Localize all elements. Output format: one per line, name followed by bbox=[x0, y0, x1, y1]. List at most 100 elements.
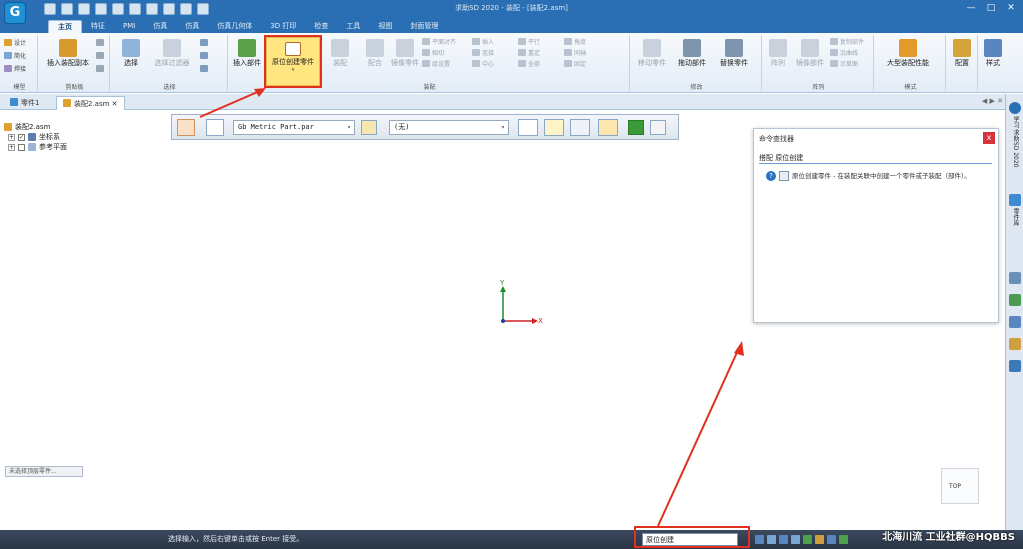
zoom-icon[interactable] bbox=[767, 535, 776, 544]
option-select[interactable]: (无) ▾ bbox=[389, 120, 509, 135]
coaxial-button[interactable]: 同轴 bbox=[564, 49, 586, 59]
tree-item-assembly[interactable]: 装配2.asm bbox=[4, 122, 67, 132]
inplace-create-part-button[interactable]: 原位创建零件 ▾ bbox=[266, 37, 320, 86]
display-icon[interactable] bbox=[839, 535, 848, 544]
doc-tab-close-icon[interactable]: ✕ bbox=[112, 100, 118, 108]
tab-simulation[interactable]: 仿真 bbox=[144, 20, 176, 33]
tab-home[interactable]: 主页 bbox=[48, 20, 82, 33]
select-filter-button[interactable]: 选择过滤器 bbox=[148, 37, 196, 79]
design-button[interactable]: 设计 bbox=[4, 39, 26, 49]
drag-part-button[interactable]: 拖动部件 bbox=[672, 37, 712, 79]
insert-assembly-copy-button[interactable]: 插入装配副本 bbox=[42, 37, 94, 79]
tangent-button[interactable]: 相切 bbox=[422, 49, 444, 59]
maximize-button[interactable]: □ bbox=[981, 0, 1001, 16]
template-browse-button[interactable] bbox=[206, 119, 224, 136]
style-button[interactable]: 样式 bbox=[980, 37, 1006, 79]
select-button[interactable]: 选择 bbox=[114, 37, 148, 79]
fix-button[interactable]: 固定 bbox=[564, 60, 586, 70]
tab-tools[interactable]: 工具 bbox=[337, 20, 369, 33]
assemble-button[interactable]: 装配 bbox=[326, 37, 354, 79]
view-cube[interactable]: TOP bbox=[941, 468, 979, 504]
copy-component-button[interactable]: 复制部件 bbox=[830, 38, 864, 48]
fit-icon[interactable] bbox=[779, 535, 788, 544]
connect-button[interactable]: 连接 bbox=[472, 49, 494, 59]
library-icon[interactable] bbox=[1009, 194, 1021, 206]
center-button[interactable]: 中心 bbox=[472, 60, 494, 70]
cut-button[interactable] bbox=[96, 39, 106, 49]
finder-close-button[interactable]: x bbox=[983, 132, 995, 144]
parallel-button[interactable]: 平行 bbox=[518, 38, 540, 48]
tab-3d-print[interactable]: 3D 打印 bbox=[261, 20, 305, 33]
large-assembly-button[interactable]: 大型装配性能 bbox=[878, 37, 938, 79]
reposition-button[interactable]: 重定 bbox=[518, 49, 540, 59]
display-button[interactable] bbox=[570, 119, 590, 136]
select-option-3[interactable] bbox=[200, 65, 210, 75]
all-button[interactable]: 全部 bbox=[518, 60, 540, 70]
template-select[interactable]: Gb Metric Part.par ▾ bbox=[233, 120, 355, 135]
doc-tab-assembly2[interactable]: 装配2.asm ✕ bbox=[56, 96, 125, 110]
config-button[interactable]: 配置 bbox=[948, 37, 976, 79]
learn-tab[interactable]: 学习 求助SD 2020 bbox=[1009, 116, 1021, 180]
copy-button[interactable] bbox=[96, 52, 106, 62]
tab-pmi[interactable]: PMI bbox=[114, 20, 144, 33]
library-tab[interactable]: 零件库 bbox=[1009, 208, 1021, 234]
along-sketch-button[interactable]: 沿草图 bbox=[830, 60, 858, 70]
weld-button[interactable]: 焊接 bbox=[4, 65, 26, 75]
options-button[interactable] bbox=[177, 119, 195, 136]
app-logo[interactable]: G bbox=[4, 2, 26, 24]
palette-icon[interactable] bbox=[1009, 316, 1021, 328]
pan-icon[interactable] bbox=[791, 535, 800, 544]
zoom-area-icon[interactable] bbox=[755, 535, 764, 544]
tree-item-coordsys[interactable]: + ✓ 坐标系 bbox=[4, 132, 67, 142]
expand-icon[interactable]: + bbox=[8, 133, 15, 141]
expand-icon[interactable]: + bbox=[8, 143, 15, 151]
doc-tab-part1[interactable]: 零件1 bbox=[4, 96, 45, 110]
insert-button[interactable]: 插入 bbox=[472, 38, 494, 48]
minimize-button[interactable]: — bbox=[961, 0, 981, 16]
tree-icon[interactable] bbox=[1009, 294, 1021, 306]
replace-part-button[interactable]: 替换零件 bbox=[712, 37, 756, 79]
edit-button[interactable] bbox=[598, 119, 618, 136]
insert-part-button[interactable]: 插入部件 bbox=[230, 37, 264, 79]
tab-simulation-2[interactable]: 仿真 bbox=[176, 20, 208, 33]
properties-icon[interactable] bbox=[1009, 338, 1021, 350]
shading-icon[interactable] bbox=[815, 535, 824, 544]
simplify-button[interactable]: 简化 bbox=[4, 52, 26, 62]
along-curve-button[interactable]: 沿曲线 bbox=[830, 49, 858, 59]
mate-button[interactable]: 配合 bbox=[358, 37, 392, 79]
pattern-button[interactable]: 阵列 bbox=[764, 37, 792, 79]
tab-inspect[interactable]: 检查 bbox=[305, 20, 337, 33]
help-icon[interactable] bbox=[1009, 102, 1021, 114]
layers-icon[interactable] bbox=[1009, 272, 1021, 284]
tab-features[interactable]: 特征 bbox=[82, 20, 114, 33]
doc-nav-controls[interactable]: ◀ ▶ ✕ bbox=[982, 97, 1003, 105]
angle-button[interactable]: 角度 bbox=[564, 38, 586, 48]
visibility-checkbox[interactable]: ✓ bbox=[18, 133, 25, 141]
view-orient-icon[interactable] bbox=[827, 535, 836, 544]
visibility-checkbox[interactable] bbox=[18, 143, 25, 151]
grid-icon[interactable] bbox=[1009, 360, 1021, 372]
placement-button[interactable] bbox=[518, 119, 538, 136]
align-planar-button[interactable]: 平面对齐 bbox=[422, 38, 456, 48]
paste-button[interactable] bbox=[96, 65, 106, 75]
mirror-component-button[interactable]: 镜像部件 bbox=[792, 37, 828, 79]
accept-button[interactable] bbox=[628, 120, 644, 135]
browse-folder-button[interactable] bbox=[361, 120, 377, 135]
tab-data-management[interactable]: 封面管理 bbox=[401, 20, 447, 33]
group-setting-button[interactable]: 组设置 bbox=[422, 60, 450, 70]
select-option-2[interactable] bbox=[200, 52, 210, 62]
select-option-1[interactable] bbox=[200, 39, 210, 49]
close-button[interactable]: ✕ bbox=[1001, 0, 1021, 16]
finder-result-item[interactable]: ? 原位创建零件 - 在装配关联中创建一个零件或子装配（部件）。 bbox=[766, 171, 992, 181]
naming-button[interactable] bbox=[544, 119, 564, 136]
move-part-button[interactable]: 移动零件 bbox=[632, 37, 672, 79]
cancel-button[interactable] bbox=[650, 120, 666, 135]
rotate-icon[interactable] bbox=[803, 535, 812, 544]
help-icon[interactable]: ? bbox=[766, 171, 776, 181]
tab-view[interactable]: 视图 bbox=[369, 20, 401, 33]
tree-item-ref-planes[interactable]: + 参考平面 bbox=[4, 142, 67, 152]
unplaced-parts-bar[interactable]: 未选择顶层零件... bbox=[5, 466, 83, 477]
command-finder-input[interactable] bbox=[642, 533, 738, 546]
mirror-part-button[interactable]: 镜像零件 bbox=[388, 37, 422, 79]
tab-sim-geometry[interactable]: 仿真几何体 bbox=[208, 20, 261, 33]
